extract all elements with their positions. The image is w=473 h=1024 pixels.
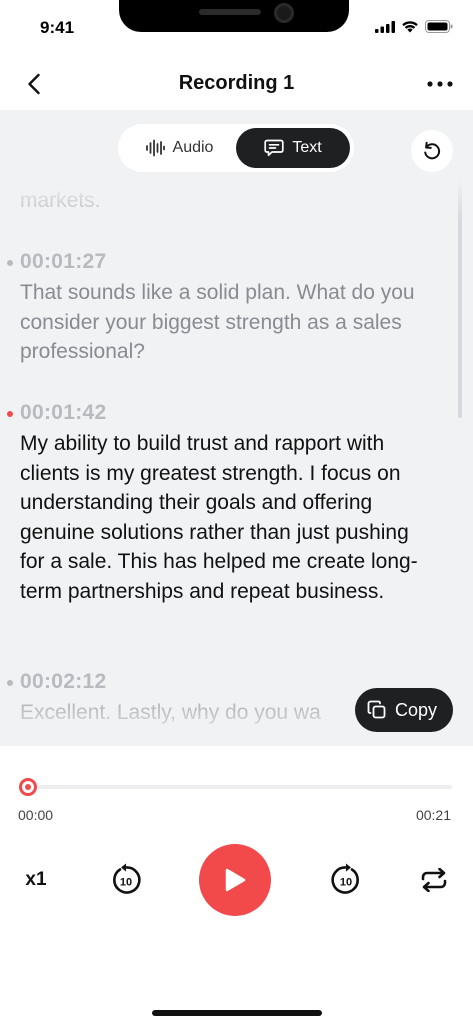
forward-seconds: 10: [340, 877, 352, 889]
view-toggle: Audio Text: [118, 124, 354, 172]
notch-speaker: [199, 9, 261, 15]
timestamp: 00:01:42: [0, 401, 440, 425]
copy-button[interactable]: Copy: [354, 688, 453, 732]
progress-knob[interactable]: [19, 778, 37, 796]
copy-label: Copy: [394, 699, 437, 720]
more-options-button[interactable]: [425, 70, 455, 98]
device-notch: [119, 0, 349, 32]
transcript-text: My ability to build trust and rapport wi…: [20, 432, 418, 603]
scrollbar[interactable]: [458, 182, 462, 418]
notch-camera: [274, 3, 294, 23]
home-indicator: [152, 1010, 322, 1016]
transcript-entry[interactable]: 00:01:27 That sounds like a solid plan. …: [0, 250, 440, 367]
tab-text[interactable]: Text: [236, 128, 350, 168]
timestamp-label: 00:01:42: [20, 401, 107, 424]
more-horizontal-icon: [427, 81, 453, 87]
rewind-10-icon: 10: [113, 863, 141, 894]
timestamp-dot: [7, 260, 13, 266]
waveform-icon: [145, 139, 165, 157]
message-text-icon: [264, 139, 284, 157]
playback-controls: x1 10 10: [0, 844, 473, 916]
reset-button[interactable]: [411, 130, 453, 172]
rewind-seconds: 10: [120, 877, 132, 889]
timestamp-dot-active: [7, 411, 13, 417]
tab-audio-label: Audio: [172, 139, 214, 156]
forward-10-icon: 10: [331, 863, 359, 894]
transcript-text: markets.: [20, 189, 101, 212]
repeat-button[interactable]: [418, 864, 450, 896]
forward-button[interactable]: 10: [326, 860, 366, 900]
play-button[interactable]: [199, 844, 271, 916]
repeat-icon: [421, 868, 447, 892]
status-bar: 9:41: [0, 0, 473, 58]
transcript-panel: Audio Text markets. 00:01:27 That sounds…: [0, 110, 473, 746]
wifi-icon: [402, 21, 418, 33]
timestamp-label: 00:02:12: [20, 670, 107, 693]
tab-audio[interactable]: Audio: [122, 128, 236, 168]
rotate-ccw-icon: [424, 141, 441, 160]
speed-button[interactable]: x1: [20, 866, 52, 894]
current-time: 00:00: [18, 807, 54, 823]
status-time: 9:41: [40, 18, 75, 37]
cellular-signal-icon: [375, 20, 395, 33]
timestamp: 00:01:27: [0, 250, 440, 274]
battery-icon: [425, 20, 453, 33]
transcript-entry-active[interactable]: 00:01:42 My ability to build trust and r…: [0, 401, 440, 606]
timestamp-label: 00:01:27: [20, 250, 107, 273]
progress-track[interactable]: [28, 785, 452, 789]
tab-text-label: Text: [292, 139, 322, 156]
rewind-button[interactable]: 10: [106, 860, 146, 900]
transcript-text: That sounds like a solid plan. What do y…: [20, 281, 415, 363]
audio-player: 00:00 00:21 x1 10 10: [0, 746, 473, 1024]
status-icons: [375, 20, 453, 33]
total-time: 00:21: [415, 807, 451, 823]
copy-icon: [367, 700, 386, 719]
page-title: Recording 1: [178, 72, 295, 94]
nav-bar: Recording 1: [0, 58, 473, 110]
play-icon: [225, 868, 246, 892]
transcript-partial-top: markets.: [0, 186, 440, 216]
timestamp-dot: [7, 680, 13, 686]
